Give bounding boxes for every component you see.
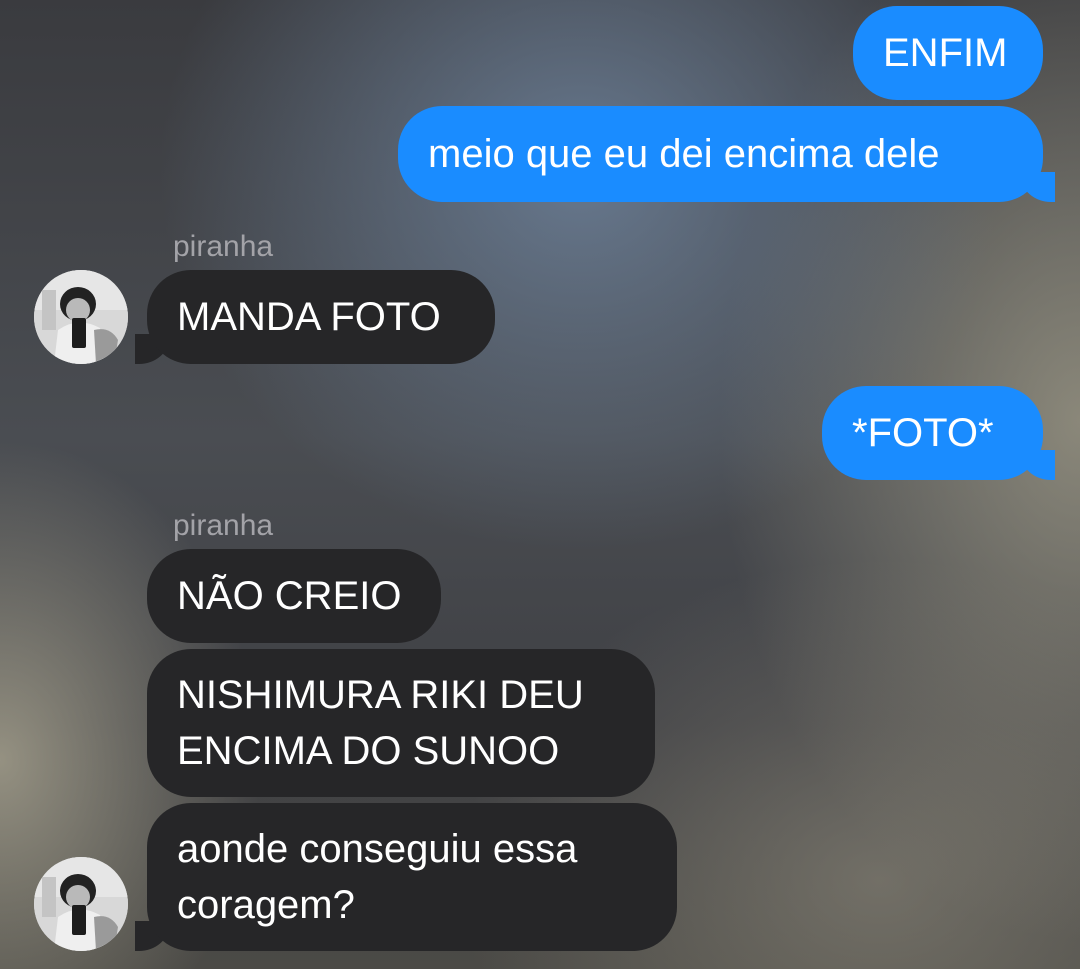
message-text: NISHIMURA RIKI DEU ENCIMA DO SUNOO: [177, 673, 584, 773]
message-text: meio que eu dei encima dele: [428, 132, 940, 176]
message-bubble-sent[interactable]: meio que eu dei encima dele: [398, 106, 1055, 202]
message-bubble-received[interactable]: NISHIMURA RIKI DEU ENCIMA DO SUNOO: [147, 649, 655, 797]
message-bubble-sent[interactable]: ENFIM: [853, 6, 1043, 100]
bubble-tail: [135, 921, 169, 951]
message-text: ENFIM: [883, 31, 1008, 75]
message-text: aonde conseguiu essa coragem?: [177, 827, 578, 927]
message-bubble-received[interactable]: NÃO CREIO: [147, 549, 441, 643]
message-text: MANDA FOTO: [177, 295, 441, 339]
message-bubble-received[interactable]: aonde conseguiu essa coragem?: [135, 803, 677, 951]
message-bubble-received[interactable]: MANDA FOTO: [135, 270, 495, 364]
sender-name: piranha: [173, 509, 274, 542]
contact-avatar[interactable]: [34, 857, 128, 951]
bubble-tail: [135, 334, 169, 364]
bubble-tail: [1021, 450, 1055, 480]
message-text: NÃO CREIO: [177, 574, 402, 618]
contact-avatar[interactable]: [34, 270, 128, 364]
avatar-photo-icon: [34, 270, 128, 364]
message-text: *FOTO*: [852, 411, 994, 455]
bubble-tail: [1021, 172, 1055, 202]
avatar-photo-icon: [34, 857, 128, 951]
message-bubble-sent[interactable]: *FOTO*: [822, 386, 1055, 480]
sender-name: piranha: [173, 230, 274, 263]
